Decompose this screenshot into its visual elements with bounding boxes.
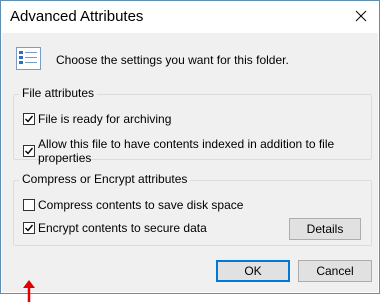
checkmark-icon: [25, 115, 34, 123]
close-icon: [355, 10, 367, 25]
index-checkbox-label: Allow this file to have contents indexed…: [38, 137, 335, 165]
index-checkbox[interactable]: [23, 145, 35, 157]
index-checkbox-row[interactable]: Allow this file to have contents indexed…: [23, 137, 371, 165]
compress-checkbox-label: Compress contents to save disk space: [38, 198, 244, 212]
encrypt-checkbox-label: Encrypt contents to secure data: [38, 221, 207, 235]
compress-checkbox-row[interactable]: Compress contents to save disk space: [23, 198, 243, 212]
file-attributes-legend: File attributes: [19, 86, 98, 100]
archive-checkbox[interactable]: [23, 113, 35, 125]
ok-button[interactable]: OK: [216, 260, 290, 282]
checkmark-icon: [25, 224, 34, 232]
archive-checkbox-label: File is ready for archiving: [38, 112, 172, 126]
advanced-attributes-dialog: Advanced Attributes Choose the settings …: [0, 0, 380, 302]
header-description: Choose the settings you want for this fo…: [56, 53, 289, 67]
compress-encrypt-legend: Compress or Encrypt attributes: [19, 172, 191, 186]
archive-checkbox-row[interactable]: File is ready for archiving: [23, 112, 171, 126]
encrypt-checkbox-row[interactable]: Encrypt contents to secure data: [23, 221, 207, 235]
details-button[interactable]: Details: [289, 218, 361, 240]
compress-encrypt-group: Compress or Encrypt attributes Compress …: [13, 172, 372, 246]
close-button[interactable]: [343, 1, 379, 33]
file-attributes-group: File attributes File is ready for archiv…: [13, 86, 372, 165]
window-title: Advanced Attributes: [10, 8, 144, 25]
checkmark-icon: [25, 147, 34, 155]
dialog-content: Choose the settings you want for this fo…: [2, 33, 378, 302]
title-bar: Advanced Attributes: [1, 1, 379, 33]
cancel-button[interactable]: Cancel: [298, 260, 372, 282]
compress-checkbox[interactable]: [23, 199, 35, 211]
attributes-list-icon: [15, 45, 43, 73]
encrypt-checkbox[interactable]: [23, 222, 35, 234]
